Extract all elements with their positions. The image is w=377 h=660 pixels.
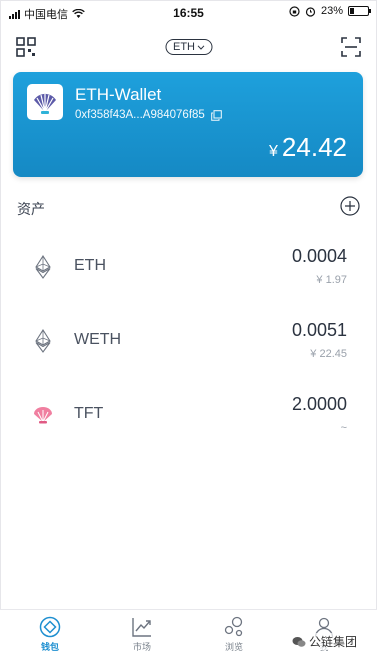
wechat-icon	[292, 636, 306, 647]
asset-symbol: WETH	[74, 331, 122, 348]
currency-symbol: ¥	[269, 143, 278, 160]
asset-fiat-value: ¥ 1.97	[316, 274, 347, 286]
tab-label: 市场	[132, 642, 151, 652]
wallet-logo-icon	[27, 84, 63, 120]
battery-percent: 23%	[320, 5, 343, 17]
asset-row-eth[interactable]: ETH 0.0004 ¥ 1.97	[0, 236, 377, 296]
alarm-icon	[305, 6, 316, 17]
battery-icon	[348, 6, 371, 16]
network-label: ETH	[173, 41, 195, 53]
status-right: 23%	[289, 5, 371, 17]
tab-wallet[interactable]: 钱包	[20, 616, 80, 653]
asset-fiat-value: ~	[340, 422, 347, 434]
balance-value: 24.42	[281, 132, 347, 162]
ethereum-icon	[30, 328, 56, 354]
asset-amount: 2.0000	[291, 394, 347, 414]
tab-label: 钱包	[40, 642, 59, 652]
bottom-tab-bar: 钱包 市场 浏览 我 公链集团	[0, 609, 377, 660]
scan-icon[interactable]	[341, 37, 361, 57]
add-asset-button[interactable]	[340, 196, 360, 216]
copy-icon[interactable]	[211, 109, 222, 121]
top-nav: ETH	[0, 32, 377, 64]
watermark-text: 公链集团	[308, 635, 357, 649]
ethereum-icon	[30, 254, 56, 280]
tab-browse[interactable]: 浏览	[204, 616, 264, 653]
assets-header: 资产	[17, 196, 360, 218]
status-bar: 中国电信 16:55 23%	[0, 0, 377, 24]
watermark: 公链集团	[291, 633, 357, 650]
wallet-icon	[39, 616, 61, 638]
asset-symbol: ETH	[74, 257, 106, 274]
assets-title: 资产	[17, 201, 45, 217]
wallet-name: ETH-Wallet	[75, 85, 162, 104]
browse-bubbles-icon	[224, 616, 243, 637]
asset-row-weth[interactable]: WETH 0.0051 ¥ 22.45	[0, 310, 377, 370]
wallet-address[interactable]: 0xf358f43A...A984076f85	[75, 109, 222, 121]
asset-fiat-value: ¥ 22.45	[310, 348, 347, 360]
asset-row-tft[interactable]: TFT 2.0000 ~	[0, 384, 377, 444]
qr-code-icon[interactable]	[16, 37, 36, 57]
asset-amount: 0.0004	[291, 246, 347, 266]
orientation-lock-icon	[289, 5, 300, 17]
wallet-address-text: 0xf358f43A...A984076f85	[75, 109, 205, 121]
wallet-balance: ¥ 24.42	[269, 132, 347, 163]
asset-amount: 0.0051	[291, 320, 347, 340]
wallet-card[interactable]: ETH-Wallet 0xf358f43A...A984076f85 ¥ 24.…	[13, 72, 363, 177]
tab-label: 浏览	[224, 642, 243, 652]
tft-token-icon	[30, 402, 56, 428]
market-chart-icon	[132, 618, 151, 637]
chevron-down-icon	[197, 44, 204, 50]
tab-market[interactable]: 市场	[112, 616, 172, 653]
asset-symbol: TFT	[74, 405, 104, 422]
network-selector[interactable]: ETH	[165, 39, 212, 55]
